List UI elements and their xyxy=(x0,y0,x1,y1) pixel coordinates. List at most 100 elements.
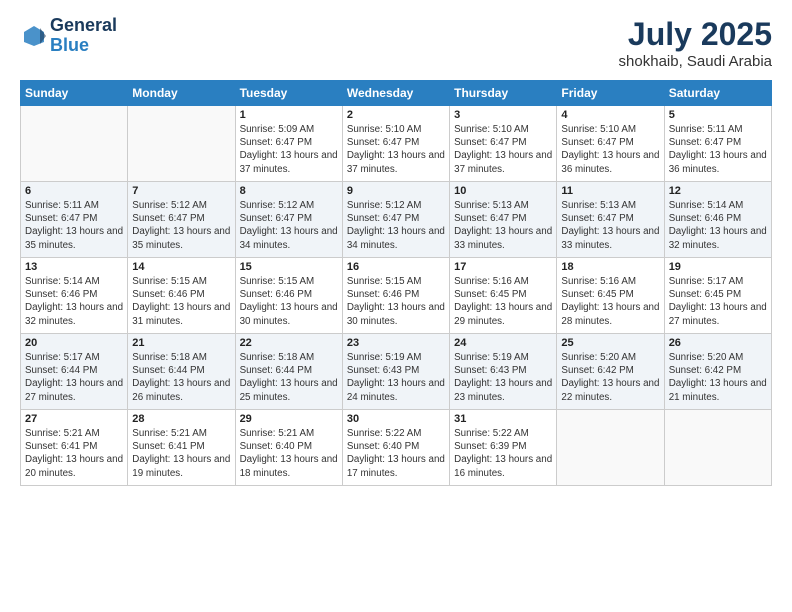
day-number: 7 xyxy=(132,185,230,197)
day-number: 2 xyxy=(347,109,445,121)
day-info: Sunrise: 5:12 AM Sunset: 6:47 PM Dayligh… xyxy=(347,199,445,252)
calendar-cell xyxy=(21,106,128,182)
main-title: July 2025 xyxy=(619,16,772,53)
weekday-header: Saturday xyxy=(664,81,771,106)
calendar-cell: 1Sunrise: 5:09 AM Sunset: 6:47 PM Daylig… xyxy=(235,106,342,182)
calendar-week-row: 27 Sunrise: 5:21 AM Sunset: 6:41 PM Dayli… xyxy=(21,410,772,486)
day-info: Sunrise: 5:10 AM Sunset: 6:47 PM Dayligh… xyxy=(561,123,659,176)
calendar-cell xyxy=(664,410,771,486)
calendar-cell: 9 Sunrise: 5:12 AM Sunset: 6:47 PM Daylig… xyxy=(342,182,449,258)
day-number: 15 xyxy=(240,261,338,273)
day-number: 5 xyxy=(669,109,767,121)
day-info: Sunrise: 5:15 AM Sunset: 6:46 PM Dayligh… xyxy=(347,275,445,328)
calendar-week-row: 20 Sunrise: 5:17 AM Sunset: 6:44 PM Dayli… xyxy=(21,334,772,410)
day-info: Sunrise: 5:10 AM Sunset: 6:47 PM Dayligh… xyxy=(347,123,445,176)
logo-icon xyxy=(20,22,48,50)
calendar-cell: 24Sunrise: 5:19 AM Sunset: 6:43 PM Dayli… xyxy=(450,334,557,410)
weekday-header: Tuesday xyxy=(235,81,342,106)
day-number: 8 xyxy=(240,185,338,197)
day-number: 18 xyxy=(561,261,659,273)
day-number: 9 xyxy=(347,185,445,197)
calendar-cell: 7 Sunrise: 5:12 AM Sunset: 6:47 PM Daylig… xyxy=(128,182,235,258)
logo-line2: Blue xyxy=(50,36,117,56)
day-number: 10 xyxy=(454,185,552,197)
day-number: 14 xyxy=(132,261,230,273)
subtitle: shokhaib, Saudi Arabia xyxy=(619,53,772,70)
day-number: 21 xyxy=(132,337,230,349)
calendar-cell: 22Sunrise: 5:18 AM Sunset: 6:44 PM Dayli… xyxy=(235,334,342,410)
day-number: 31 xyxy=(454,413,552,425)
day-number: 6 xyxy=(25,185,123,197)
day-info: Sunrise: 5:11 AM Sunset: 6:47 PM Dayligh… xyxy=(669,123,767,176)
day-info: Sunrise: 5:20 AM Sunset: 6:42 PM Dayligh… xyxy=(561,351,659,404)
calendar-cell xyxy=(128,106,235,182)
calendar-table: SundayMondayTuesdayWednesdayThursdayFrid… xyxy=(20,80,772,486)
calendar-cell xyxy=(557,410,664,486)
calendar-cell: 12Sunrise: 5:14 AM Sunset: 6:46 PM Dayli… xyxy=(664,182,771,258)
day-info: Sunrise: 5:14 AM Sunset: 6:46 PM Dayligh… xyxy=(25,275,123,328)
calendar-cell: 11 Sunrise: 5:13 AM Sunset: 6:47 PM Dayli… xyxy=(557,182,664,258)
day-info: Sunrise: 5:21 AM Sunset: 6:40 PM Dayligh… xyxy=(240,427,338,480)
weekday-header: Sunday xyxy=(21,81,128,106)
day-number: 19 xyxy=(669,261,767,273)
calendar-cell: 16 Sunrise: 5:15 AM Sunset: 6:46 PM Dayli… xyxy=(342,258,449,334)
calendar-cell: 2 Sunrise: 5:10 AM Sunset: 6:47 PM Daylig… xyxy=(342,106,449,182)
weekday-header: Wednesday xyxy=(342,81,449,106)
day-number: 29 xyxy=(240,413,338,425)
calendar-cell: 5 Sunrise: 5:11 AM Sunset: 6:47 PM Daylig… xyxy=(664,106,771,182)
logo-text: General Blue xyxy=(50,16,117,56)
calendar-cell: 4Sunrise: 5:10 AM Sunset: 6:47 PM Daylig… xyxy=(557,106,664,182)
calendar-cell: 17 Sunrise: 5:16 AM Sunset: 6:45 PM Dayli… xyxy=(450,258,557,334)
day-number: 3 xyxy=(454,109,552,121)
calendar-cell: 3Sunrise: 5:10 AM Sunset: 6:47 PM Daylig… xyxy=(450,106,557,182)
day-number: 26 xyxy=(669,337,767,349)
weekday-header: Thursday xyxy=(450,81,557,106)
calendar-cell: 28Sunrise: 5:21 AM Sunset: 6:41 PM Dayli… xyxy=(128,410,235,486)
day-info: Sunrise: 5:16 AM Sunset: 6:45 PM Dayligh… xyxy=(561,275,659,328)
calendar-cell: 21 Sunrise: 5:18 AM Sunset: 6:44 PM Dayli… xyxy=(128,334,235,410)
calendar-week-row: 6Sunrise: 5:11 AM Sunset: 6:47 PM Daylig… xyxy=(21,182,772,258)
day-info: Sunrise: 5:12 AM Sunset: 6:47 PM Dayligh… xyxy=(132,199,230,252)
day-number: 30 xyxy=(347,413,445,425)
weekday-header: Friday xyxy=(557,81,664,106)
day-info: Sunrise: 5:19 AM Sunset: 6:43 PM Dayligh… xyxy=(347,351,445,404)
day-info: Sunrise: 5:09 AM Sunset: 6:47 PM Dayligh… xyxy=(240,123,338,176)
day-info: Sunrise: 5:21 AM Sunset: 6:41 PM Dayligh… xyxy=(132,427,230,480)
day-number: 25 xyxy=(561,337,659,349)
calendar-cell: 20 Sunrise: 5:17 AM Sunset: 6:44 PM Dayli… xyxy=(21,334,128,410)
day-info: Sunrise: 5:18 AM Sunset: 6:44 PM Dayligh… xyxy=(132,351,230,404)
day-number: 22 xyxy=(240,337,338,349)
day-info: Sunrise: 5:15 AM Sunset: 6:46 PM Dayligh… xyxy=(240,275,338,328)
day-info: Sunrise: 5:22 AM Sunset: 6:40 PM Dayligh… xyxy=(347,427,445,480)
day-number: 13 xyxy=(25,261,123,273)
day-number: 17 xyxy=(454,261,552,273)
header: General Blue July 2025 shokhaib, Saudi A… xyxy=(20,16,772,70)
day-number: 12 xyxy=(669,185,767,197)
calendar-cell: 26 Sunrise: 5:20 AM Sunset: 6:42 PM Dayli… xyxy=(664,334,771,410)
page: General Blue July 2025 shokhaib, Saudi A… xyxy=(0,0,792,612)
calendar-header-row: SundayMondayTuesdayWednesdayThursdayFrid… xyxy=(21,81,772,106)
calendar-cell: 29 Sunrise: 5:21 AM Sunset: 6:40 PM Dayli… xyxy=(235,410,342,486)
day-info: Sunrise: 5:22 AM Sunset: 6:39 PM Dayligh… xyxy=(454,427,552,480)
day-number: 11 xyxy=(561,185,659,197)
day-info: Sunrise: 5:21 AM Sunset: 6:41 PM Dayligh… xyxy=(25,427,123,480)
day-info: Sunrise: 5:17 AM Sunset: 6:45 PM Dayligh… xyxy=(669,275,767,328)
calendar-cell: 10Sunrise: 5:13 AM Sunset: 6:47 PM Dayli… xyxy=(450,182,557,258)
day-info: Sunrise: 5:15 AM Sunset: 6:46 PM Dayligh… xyxy=(132,275,230,328)
day-info: Sunrise: 5:13 AM Sunset: 6:47 PM Dayligh… xyxy=(561,199,659,252)
day-number: 24 xyxy=(454,337,552,349)
calendar-cell: 27 Sunrise: 5:21 AM Sunset: 6:41 PM Dayli… xyxy=(21,410,128,486)
day-number: 27 xyxy=(25,413,123,425)
day-info: Sunrise: 5:20 AM Sunset: 6:42 PM Dayligh… xyxy=(669,351,767,404)
calendar-cell: 23Sunrise: 5:19 AM Sunset: 6:43 PM Dayli… xyxy=(342,334,449,410)
day-number: 20 xyxy=(25,337,123,349)
day-info: Sunrise: 5:12 AM Sunset: 6:47 PM Dayligh… xyxy=(240,199,338,252)
logo: General Blue xyxy=(20,16,117,56)
calendar-cell: 18 Sunrise: 5:16 AM Sunset: 6:45 PM Dayli… xyxy=(557,258,664,334)
calendar-cell: 14 Sunrise: 5:15 AM Sunset: 6:46 PM Dayli… xyxy=(128,258,235,334)
day-number: 16 xyxy=(347,261,445,273)
calendar-cell: 15 Sunrise: 5:15 AM Sunset: 6:46 PM Dayli… xyxy=(235,258,342,334)
day-info: Sunrise: 5:17 AM Sunset: 6:44 PM Dayligh… xyxy=(25,351,123,404)
calendar-week-row: 13 Sunrise: 5:14 AM Sunset: 6:46 PM Dayli… xyxy=(21,258,772,334)
day-info: Sunrise: 5:16 AM Sunset: 6:45 PM Dayligh… xyxy=(454,275,552,328)
